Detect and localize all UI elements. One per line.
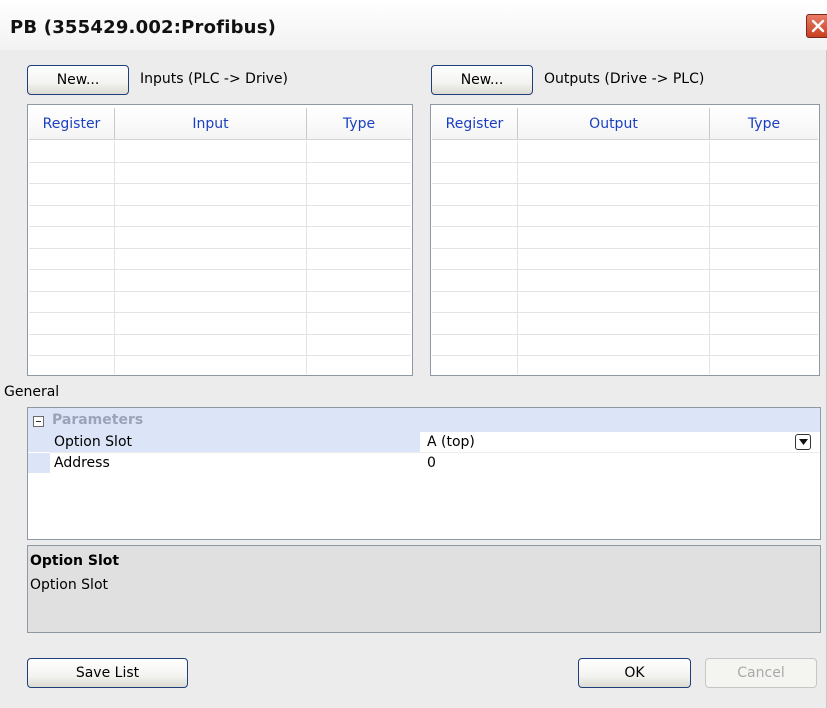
inputs-table[interactable]: Register Input Type [27,104,413,376]
general-label: General [4,384,60,400]
property-row-address[interactable]: Address 0 [28,453,820,473]
inputs-label: Inputs (PLC -> Drive) [140,71,288,87]
table-row[interactable] [432,162,818,184]
table-row[interactable] [29,162,411,184]
table-row[interactable] [29,141,411,163]
table-row[interactable] [29,184,411,206]
column-header-output[interactable]: Output [518,108,710,140]
property-grid[interactable]: Parameters Option Slot A (top) Address 0 [27,407,821,540]
column-header-type[interactable]: Type [710,108,818,140]
table-row[interactable] [432,291,818,313]
window-title: PB (355429.002:Profibus) [10,17,277,38]
column-header-register[interactable]: Register [432,108,518,140]
property-name: Option Slot [50,432,420,452]
ok-button[interactable]: OK [578,658,691,688]
inputs-table-header: Register Input Type [29,108,411,140]
table-row[interactable] [432,270,818,292]
table-row[interactable] [432,356,818,374]
dialog-window: PB (355429.002:Profibus) New... Inputs (… [0,0,827,708]
table-row[interactable] [432,205,818,227]
table-row[interactable] [29,313,411,335]
table-row[interactable] [432,313,818,335]
column-header-type[interactable]: Type [307,108,411,140]
table-row[interactable] [29,356,411,374]
chevron-down-icon [798,439,808,445]
table-row[interactable] [432,141,818,163]
cancel-button[interactable]: Cancel [705,658,817,688]
column-header-register[interactable]: Register [29,108,115,140]
dropdown-button[interactable] [795,434,811,450]
description-panel: Option Slot Option Slot [27,545,821,633]
save-list-button[interactable]: Save List [27,658,188,688]
outputs-table-body [432,141,818,374]
category-row-parameters[interactable]: Parameters [28,408,820,432]
property-name: Address [54,455,110,471]
close-button[interactable] [806,14,827,38]
table-row[interactable] [432,248,818,270]
close-icon [811,19,825,33]
new-output-button[interactable]: New... [431,65,533,95]
table-row[interactable] [432,184,818,206]
title-bar[interactable]: PB (355429.002:Profibus) [0,0,827,50]
table-row[interactable] [29,205,411,227]
category-label: Parameters [52,412,144,428]
description-title: Option Slot [30,553,120,569]
table-row[interactable] [432,227,818,249]
outputs-label: Outputs (Drive -> PLC) [544,71,705,87]
property-value[interactable]: 0 [420,453,820,473]
description-text: Option Slot [30,577,109,593]
collapse-icon[interactable] [33,416,44,427]
column-header-input[interactable]: Input [115,108,307,140]
table-row[interactable] [29,227,411,249]
table-row[interactable] [432,334,818,356]
new-input-button[interactable]: New... [27,65,129,95]
table-row[interactable] [29,248,411,270]
table-row[interactable] [29,334,411,356]
property-row-option-slot[interactable]: Option Slot A (top) [28,432,820,452]
inputs-table-body [29,141,411,374]
outputs-table-header: Register Output Type [432,108,818,140]
table-row[interactable] [29,291,411,313]
property-value[interactable]: A (top) [420,432,820,452]
outputs-table[interactable]: Register Output Type [430,104,820,376]
table-row[interactable] [29,270,411,292]
